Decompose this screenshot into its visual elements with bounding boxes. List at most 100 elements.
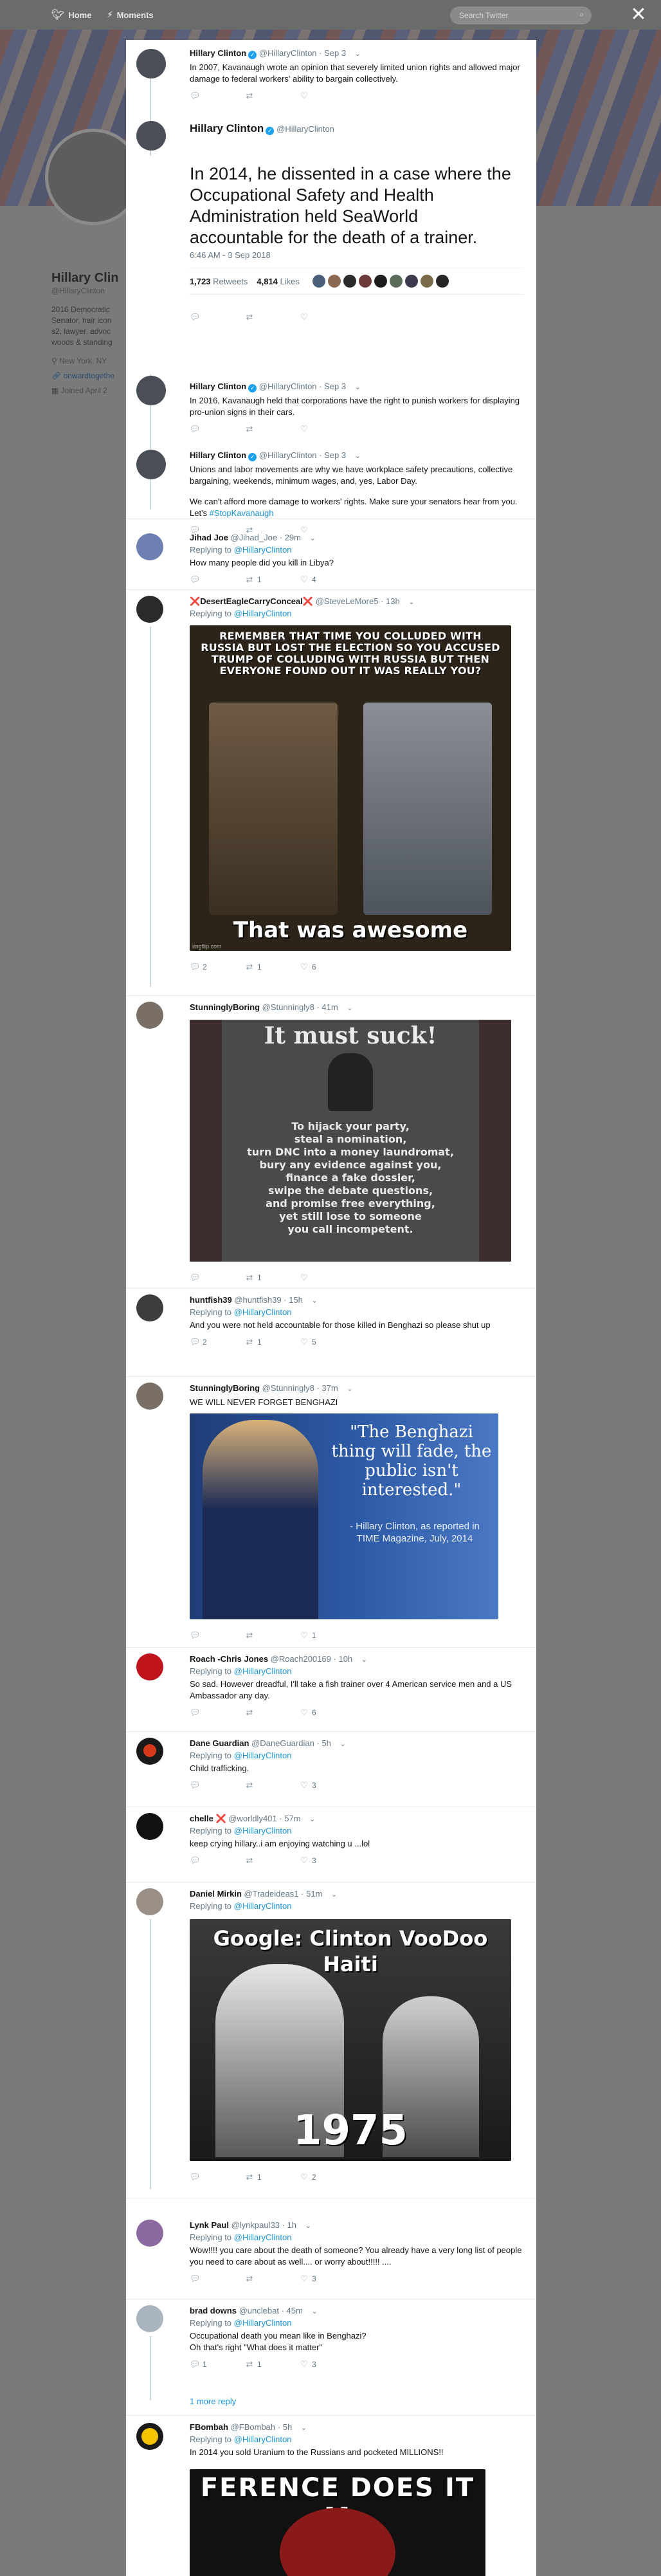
author-handle[interactable]: @DaneGuardian bbox=[251, 1738, 314, 1748]
retweet-button[interactable]: ⇄ bbox=[244, 1630, 299, 1641]
liker-avatar[interactable] bbox=[435, 275, 449, 288]
meme-image[interactable]: Remember that time you colluded with Rus… bbox=[190, 625, 511, 951]
like-button[interactable]: ♡ 3 bbox=[299, 2274, 354, 2284]
reply-tweet[interactable]: chelle ❌ @worldly401 · 57m ⌄ Replying to… bbox=[126, 1808, 536, 1882]
avatar[interactable] bbox=[136, 596, 163, 623]
avatar[interactable] bbox=[136, 1653, 163, 1680]
liker-avatar[interactable] bbox=[358, 275, 372, 288]
like-button[interactable]: ♡ 3 bbox=[299, 2359, 354, 2369]
liker-avatar[interactable] bbox=[312, 275, 325, 288]
reply-button[interactable]: 💬︎ bbox=[190, 2274, 244, 2284]
reply-button[interactable]: 💬︎ bbox=[190, 312, 244, 322]
reply-button[interactable]: 💬︎ bbox=[190, 1707, 244, 1718]
reply-tweet[interactable]: Jihad Joe @Jihad_Joe · 29m ⌄ Replying to… bbox=[126, 526, 536, 590]
author-name[interactable]: Hillary Clinton bbox=[190, 48, 246, 58]
tweet-time[interactable]: 41m bbox=[321, 1002, 338, 1012]
like-button[interactable]: ♡ 3 bbox=[299, 1855, 354, 1866]
like-button[interactable]: ♡ 2 bbox=[299, 2172, 354, 2182]
liker-avatar[interactable] bbox=[420, 275, 433, 288]
reply-button[interactable]: 💬︎ bbox=[190, 91, 244, 101]
reply-tweet[interactable]: huntfish39 @huntfish39 · 15h ⌄ Replying … bbox=[126, 1289, 536, 1377]
mention-link[interactable]: @HillaryClinton bbox=[234, 1751, 292, 1760]
liker-avatar[interactable] bbox=[404, 275, 418, 288]
author-handle[interactable]: @SteveLeMore5 bbox=[316, 596, 379, 606]
avatar[interactable] bbox=[136, 1294, 163, 1321]
more-replies-link[interactable]: 1 more reply bbox=[190, 2397, 236, 2406]
mention-link[interactable]: @HillaryClinton bbox=[234, 2232, 292, 2242]
author-name[interactable]: brad downs bbox=[190, 2306, 237, 2315]
thread-tweet[interactable]: Hillary Clinton ✓ @HillaryClinton · Sep 3… bbox=[126, 336, 536, 434]
avatar[interactable] bbox=[136, 2220, 163, 2247]
retweet-button[interactable]: ⇄ bbox=[244, 312, 299, 322]
meme-image[interactable]: ference does it m bbox=[190, 2469, 485, 2576]
reply-button[interactable]: 💬︎ bbox=[190, 2172, 244, 2182]
author-name[interactable]: StunninglyBoring bbox=[190, 1383, 260, 1393]
reply-tweet[interactable]: FBombah @FBombah · 5h ⌄ Replying to @Hil… bbox=[126, 2416, 536, 2576]
tweet-time[interactable]: 57m bbox=[284, 1814, 300, 1823]
mention-link[interactable]: @HillaryClinton bbox=[234, 1666, 292, 1676]
avatar[interactable] bbox=[136, 49, 166, 78]
reply-tweet[interactable]: StunninglyBoring @Stunningly8 · 41m ⌄ It… bbox=[126, 997, 536, 1289]
mention-link[interactable]: @HillaryClinton bbox=[234, 1826, 292, 1835]
author-handle[interactable]: @worldly401 bbox=[228, 1814, 276, 1823]
profile-website[interactable]: 🔗︎ onwardtogethe bbox=[51, 371, 122, 382]
mention-link[interactable]: @HillaryClinton bbox=[234, 609, 292, 618]
reply-button[interactable]: 💬︎ bbox=[190, 1855, 244, 1866]
tweet-time[interactable]: 10h bbox=[338, 1654, 352, 1664]
like-button[interactable]: ♡ bbox=[299, 312, 354, 322]
mention-link[interactable]: @HillaryClinton bbox=[234, 2318, 292, 2328]
author-name[interactable]: Hillary Clinton bbox=[190, 382, 246, 391]
chevron-down-icon[interactable]: ⌄ bbox=[310, 533, 316, 544]
author-handle[interactable]: @lynkpaul33 bbox=[231, 2220, 280, 2230]
reply-tweet[interactable]: Dane Guardian @DaneGuardian · 5h ⌄ Reply… bbox=[126, 1733, 536, 1807]
like-button[interactable]: ♡ 6 bbox=[299, 1707, 354, 1718]
author-name[interactable]: DesertEagleCarryConceal bbox=[200, 596, 303, 606]
retweet-button[interactable]: ⇄ bbox=[244, 1707, 299, 1718]
avatar[interactable] bbox=[136, 1002, 163, 1029]
reply-tweet[interactable]: Daniel Mirkin @Tradeideas1 · 51m ⌄ Reply… bbox=[126, 1883, 536, 2198]
author-handle[interactable]: @HillaryClinton bbox=[259, 48, 317, 58]
avatar[interactable] bbox=[136, 376, 166, 405]
like-button[interactable]: ♡ 5 bbox=[299, 1337, 354, 1347]
liker-avatar[interactable] bbox=[327, 275, 341, 288]
chevron-down-icon[interactable]: ⌄ bbox=[355, 450, 361, 462]
author-handle[interactable]: @HillaryClinton bbox=[276, 124, 334, 134]
tweet-time[interactable]: 5h bbox=[283, 2422, 292, 2432]
chevron-down-icon[interactable]: ⌄ bbox=[340, 1738, 346, 1750]
author-handle[interactable]: @Jihad_Joe bbox=[231, 533, 277, 542]
like-button[interactable]: ♡ 1 bbox=[299, 1630, 354, 1641]
reply-button[interactable]: 💬︎ 2 bbox=[190, 962, 244, 972]
author-name[interactable]: chelle bbox=[190, 1814, 213, 1823]
retweet-button[interactable]: ⇄ bbox=[244, 2274, 299, 2284]
avatar[interactable] bbox=[136, 2305, 163, 2332]
search-input[interactable]: Search Twitter ⌕ bbox=[450, 6, 592, 24]
chevron-down-icon[interactable]: ⌄ bbox=[408, 596, 414, 608]
reply-button[interactable]: 💬︎ bbox=[190, 1630, 244, 1641]
reply-button[interactable]: 💬︎ 1 bbox=[190, 2359, 244, 2369]
author-name[interactable]: Daniel Mirkin bbox=[190, 1889, 242, 1899]
author-name[interactable]: Jihad Joe bbox=[190, 533, 228, 542]
tweet-time[interactable]: 29m bbox=[285, 533, 301, 542]
tweet-time[interactable]: Sep 3 bbox=[324, 382, 346, 391]
author-handle[interactable]: @unclebat bbox=[239, 2306, 279, 2315]
mention-link[interactable]: @HillaryClinton bbox=[234, 2434, 292, 2444]
retweet-button[interactable]: ⇄ 1 bbox=[244, 1273, 299, 1283]
avatar[interactable] bbox=[136, 1888, 163, 1915]
author-name[interactable]: FBombah bbox=[190, 2422, 228, 2432]
avatar[interactable] bbox=[136, 1738, 163, 1765]
liker-avatar[interactable] bbox=[343, 275, 356, 288]
like-button[interactable]: ♡ bbox=[299, 91, 354, 101]
retweet-count[interactable]: 1,723 Retweets bbox=[190, 277, 248, 286]
mention-link[interactable]: @HillaryClinton bbox=[234, 545, 292, 555]
tweet-time[interactable]: 51m bbox=[306, 1889, 322, 1899]
avatar[interactable] bbox=[136, 1383, 163, 1410]
reply-tweet[interactable]: StunninglyBoring @Stunningly8 · 37m ⌄ WE… bbox=[126, 1377, 536, 1648]
mention-link[interactable]: @HillaryClinton bbox=[234, 1901, 292, 1911]
author-name[interactable]: Lynk Paul bbox=[190, 2220, 229, 2230]
thread-tweet[interactable]: Hillary Clinton ✓ @HillaryClinton · Sep 3… bbox=[126, 410, 536, 535]
like-button[interactable]: ♡ 3 bbox=[299, 1780, 354, 1790]
chevron-down-icon[interactable]: ⌄ bbox=[305, 2220, 311, 2232]
tweet-time[interactable]: 1h bbox=[287, 2220, 296, 2230]
retweet-button[interactable]: ⇄ bbox=[244, 1855, 299, 1866]
reply-tweet[interactable]: Roach -Chris Jones @Roach200169 · 10h ⌄ … bbox=[126, 1648, 536, 1732]
